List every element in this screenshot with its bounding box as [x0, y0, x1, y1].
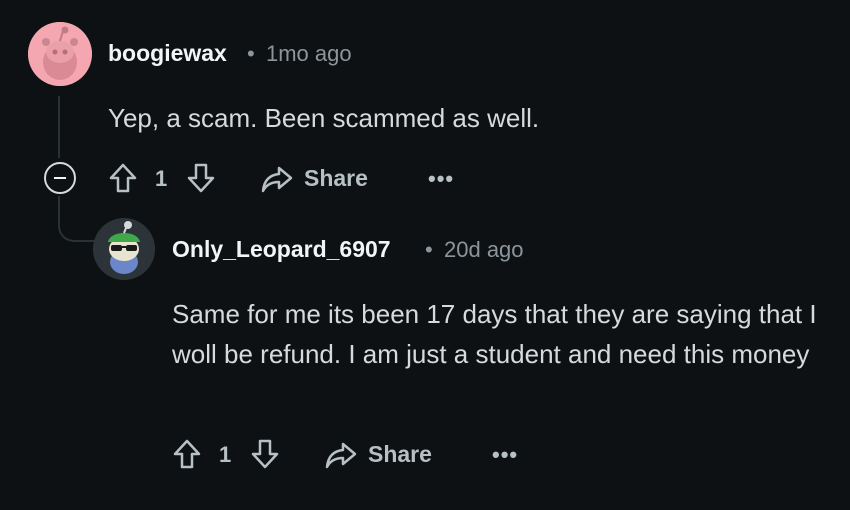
downvote-icon: [251, 439, 279, 469]
upvote-button[interactable]: [172, 438, 202, 470]
share-label: Share: [368, 441, 432, 467]
comment-username[interactable]: Only_Leopard_6907: [172, 236, 391, 263]
snoo-avatar-icon: [28, 22, 92, 86]
meta-separator: •: [247, 41, 255, 66]
avatar[interactable]: [93, 218, 155, 280]
downvote-button[interactable]: [250, 438, 280, 470]
upvote-button[interactable]: [108, 162, 138, 194]
comment-body: Yep, a scam. Been scammed as well.: [108, 103, 540, 133]
comment-body: Same for me its been 17 days that they a…: [172, 299, 817, 369]
share-button[interactable]: Share: [322, 438, 442, 472]
snoo-avatar-icon: [93, 218, 155, 280]
vote-count: 1: [155, 166, 168, 191]
comment-timestamp: 1mo ago: [266, 41, 352, 66]
downvote-icon: [187, 163, 215, 193]
vote-count: 1: [219, 442, 232, 467]
share-label: Share: [304, 165, 368, 191]
thread-connector: [58, 208, 96, 242]
avatar[interactable]: [28, 22, 92, 86]
meta-separator: •: [425, 237, 433, 262]
collapse-thread-button[interactable]: [44, 162, 76, 194]
more-options-button[interactable]: •••: [492, 442, 518, 468]
thread-line: [58, 96, 60, 158]
downvote-button[interactable]: [186, 162, 216, 194]
upvote-icon: [173, 439, 201, 469]
comment-username[interactable]: boogiewax: [108, 40, 227, 67]
upvote-icon: [109, 163, 137, 193]
share-icon: [325, 442, 357, 469]
comment-timestamp: 20d ago: [444, 237, 524, 262]
share-button[interactable]: Share: [258, 162, 378, 196]
share-icon: [261, 166, 293, 193]
more-options-button[interactable]: •••: [428, 166, 454, 192]
